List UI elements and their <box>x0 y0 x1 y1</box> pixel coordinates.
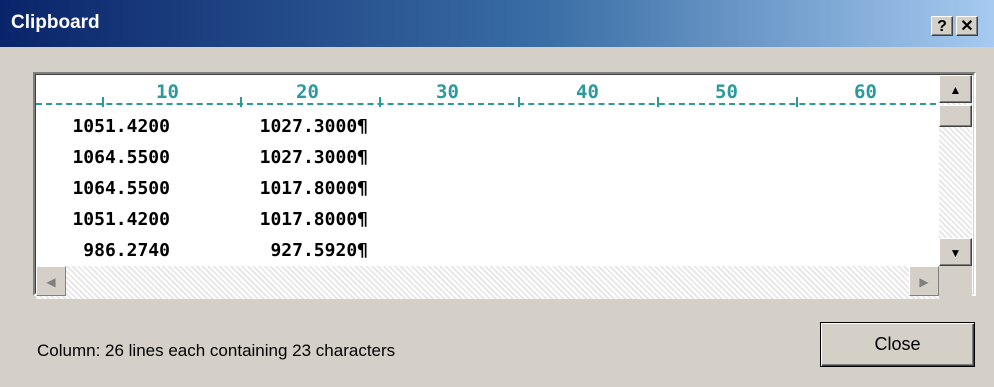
row-value-1: 1051.4200 <box>72 209 170 230</box>
ruler-tick <box>657 97 659 107</box>
row-value-2: 1017.8000¶ <box>259 178 368 199</box>
clipboard-dialog: Clipboard ? ✕ 10 20 30 40 50 60 1051.420… <box>0 0 994 387</box>
text-row: 1051.4200 1017.8000¶ <box>40 204 368 235</box>
ruler-tick <box>796 97 798 107</box>
ruler-tick <box>102 97 104 107</box>
ruler-mark-10: 10 <box>156 81 179 103</box>
row-value-2: 1027.3000¶ <box>259 116 368 137</box>
scroll-left-arrow-icon[interactable]: ◀ <box>36 266 66 296</box>
row-value-1: 1064.5500 <box>72 178 170 199</box>
text-row: 1064.5500 1027.3000¶ <box>40 142 368 173</box>
scroll-up-arrow-icon[interactable]: ▲ <box>939 75 972 103</box>
title-bar: Clipboard ? ✕ <box>0 0 994 47</box>
window-title: Clipboard <box>11 12 100 33</box>
close-button[interactable]: Close <box>820 322 975 367</box>
row-value-1: 1064.5500 <box>72 147 170 168</box>
text-row: 986.2740 927.5920¶ <box>40 235 368 266</box>
vertical-scroll-thumb[interactable] <box>939 105 972 127</box>
ruler-tick <box>240 97 242 107</box>
row-value-2: 927.5920¶ <box>259 240 368 261</box>
ruler-tick <box>518 97 520 107</box>
status-text: Column: 26 lines each containing 23 char… <box>37 341 396 360</box>
text-rows: 1051.4200 1027.3000¶ 1064.5500 1027.3000¶ … <box>40 111 368 266</box>
ruler-mark-60: 60 <box>854 81 877 103</box>
row-value-1: 1051.4200 <box>72 116 170 137</box>
scroll-down-arrow-icon[interactable]: ▼ <box>939 238 972 266</box>
help-button[interactable]: ? <box>931 16 953 36</box>
row-value-2: 1027.3000¶ <box>259 147 368 168</box>
ruler-mark-30: 30 <box>436 81 459 103</box>
text-row: 1051.4200 1027.3000¶ <box>40 111 368 142</box>
ruler-tick <box>379 97 381 107</box>
scroll-right-arrow-icon[interactable]: ▶ <box>909 266 939 296</box>
text-row: 1064.5500 1017.8000¶ <box>40 173 368 204</box>
scrollbar-corner <box>939 266 972 299</box>
close-window-button[interactable]: ✕ <box>956 16 978 36</box>
clipboard-text-area[interactable]: 10 20 30 40 50 60 1051.4200 1027.3000¶ 10… <box>36 75 936 266</box>
ruler-mark-50: 50 <box>715 81 738 103</box>
row-value-1: 986.2740 <box>72 240 170 261</box>
vertical-scrollbar[interactable]: ▲ ▼ <box>939 75 972 266</box>
row-value-2: 1017.8000¶ <box>259 209 368 230</box>
column-ruler: 10 20 30 40 50 60 <box>36 75 936 109</box>
ruler-mark-40: 40 <box>576 81 599 103</box>
horizontal-scrollbar[interactable]: ◀ ▶ <box>36 266 939 299</box>
ruler-line <box>36 103 936 105</box>
ruler-mark-20: 20 <box>296 81 319 103</box>
clipboard-view: 10 20 30 40 50 60 1051.4200 1027.3000¶ 10… <box>33 72 976 299</box>
